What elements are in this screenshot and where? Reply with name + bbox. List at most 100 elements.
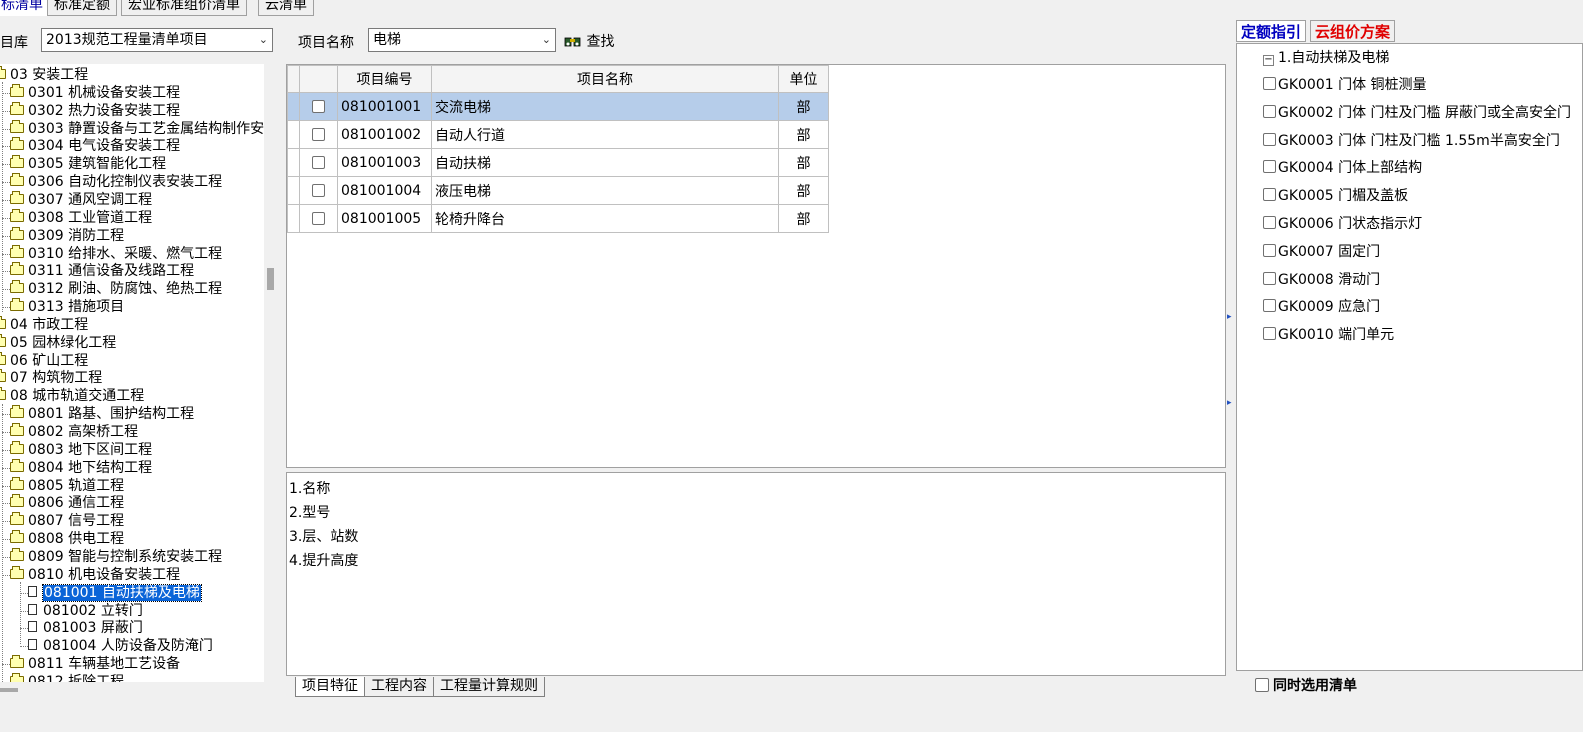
tree-node-0801[interactable]: 0801 路基、围护结构工程: [10, 405, 194, 423]
tree-node-0808[interactable]: 0808 供电工程: [10, 530, 124, 548]
tree-node-0313[interactable]: 0313 措施项目: [10, 298, 124, 316]
tab-hongye-list[interactable]: 宏业标准组价清单: [121, 0, 247, 16]
folder-icon: [0, 66, 6, 79]
tree-node-label: 0304 电气设备安装工程: [28, 138, 181, 155]
tree-node-0310[interactable]: 0310 给排水、采暖、燃气工程: [10, 244, 223, 263]
tree-node-07[interactable]: 07 构筑物工程: [0, 369, 102, 387]
library-select[interactable]: 2013规范工程量清单项目 ⌄: [41, 28, 273, 52]
tree-node-0804[interactable]: 0804 地下结构工程: [10, 458, 152, 477]
tree-node-0302[interactable]: 0302 热力设备安装工程: [10, 101, 180, 120]
tab-standard-list[interactable]: 标清单: [0, 0, 50, 16]
quota-item-checkbox[interactable]: [1263, 243, 1276, 257]
row-checkbox[interactable]: [312, 184, 325, 197]
tree-node-0805[interactable]: 0805 轨道工程: [10, 476, 124, 495]
quota-item[interactable]: GK0009 应急门: [1263, 297, 1380, 317]
tab-item-features[interactable]: 项目特征: [295, 677, 365, 697]
tree-node-05[interactable]: 05 园林绿化工程: [0, 333, 116, 352]
quota-item[interactable]: GK0002 门体 门柱及门槛 屏蔽门或全高安全门: [1263, 103, 1571, 123]
tab-quota-guide[interactable]: 定额指引: [1236, 20, 1307, 42]
tree-node-0306[interactable]: 0306 自动化控制仪表安装工程: [10, 173, 222, 191]
quota-item-checkbox[interactable]: [1263, 104, 1276, 118]
tree-node-06[interactable]: 06 矿山工程: [0, 351, 88, 370]
tree-node-label: 0310 给排水、采暖、燃气工程: [28, 245, 223, 262]
tree-hscroll-thumb[interactable]: [0, 688, 18, 692]
quota-item-checkbox[interactable]: [1263, 271, 1276, 285]
tree-node-0305[interactable]: 0305 建筑智能化工程: [10, 155, 166, 173]
find-button[interactable]: 查找: [564, 32, 614, 52]
select-list-too-checkbox[interactable]: [1255, 678, 1269, 692]
tree-node-label: 081002 立转门: [43, 602, 143, 619]
tree-connector: [2, 539, 10, 541]
tree-node-0311[interactable]: 0311 通信设备及线路工程: [10, 262, 194, 280]
find-button-label: 查找: [586, 34, 615, 50]
quota-item[interactable]: GK0003 门体 门柱及门槛 1.55m半高安全门: [1263, 131, 1560, 151]
cell-name: 自动扶梯: [431, 148, 779, 177]
quota-item-checkbox[interactable]: [1263, 160, 1276, 174]
tree-node-04[interactable]: 04 市政工程: [0, 315, 88, 334]
quota-item[interactable]: GK0010 端门单元: [1263, 325, 1394, 345]
quota-item[interactable]: GK0001 门体 铜桩测量: [1263, 75, 1427, 95]
tree-scrollbar[interactable]: [264, 64, 278, 682]
row-checkbox[interactable]: [312, 156, 325, 169]
table-row[interactable]: 081001003 自动扶梯部: [287, 148, 829, 177]
search-input[interactable]: 电梯 ⌄: [368, 28, 556, 52]
quota-group-root[interactable]: −1.自动扶梯及电梯: [1263, 48, 1389, 68]
tree-node-0304[interactable]: 0304 电气设备安装工程: [10, 137, 180, 155]
tree-node-0811[interactable]: 0811 车辆基地工艺设备: [10, 655, 180, 673]
table-row[interactable]: 081001002 自动人行道部: [287, 120, 829, 149]
tree-node-0307[interactable]: 0307 通风空调工程: [10, 190, 152, 209]
tree-node-081002[interactable]: 081002 立转门: [28, 602, 143, 620]
folder-icon: [0, 315, 6, 329]
row-checkbox[interactable]: [312, 128, 325, 141]
category-tree[interactable]: 03 安装工程 0301 机械设备安装工程 0302 热力设备安装工程 0303 静置…: [0, 64, 264, 682]
tree-node-081001[interactable]: 081001 自动扶梯及电梯: [28, 583, 202, 602]
tab-cloud-list[interactable]: 云清单: [258, 0, 314, 16]
tree-node-0810[interactable]: 0810 机电设备安装工程: [10, 565, 180, 584]
quota-item-checkbox[interactable]: [1263, 216, 1276, 229]
collapse-icon[interactable]: −: [1263, 55, 1274, 66]
quota-item-checkbox[interactable]: [1263, 299, 1276, 313]
tree-node-0806[interactable]: 0806 通信工程: [10, 494, 124, 512]
select-list-too-option[interactable]: 同时选用清单: [1255, 676, 1357, 696]
quota-item-checkbox[interactable]: [1263, 188, 1276, 202]
tree-connector: [2, 414, 10, 416]
table-row[interactable]: 081001001 交流电梯部: [287, 92, 829, 121]
tree-node-0309[interactable]: 0309 消防工程: [10, 226, 124, 245]
tree-node-0812[interactable]: 0812 拆除工程: [10, 672, 124, 682]
quota-item-checkbox[interactable]: [1263, 77, 1276, 90]
tree-scrollbar-thumb[interactable]: [267, 268, 274, 290]
folder-icon: [10, 655, 24, 669]
quota-item[interactable]: GK0006 门状态指示灯: [1263, 214, 1422, 234]
row-checkbox[interactable]: [312, 212, 325, 225]
tab-standard-quota[interactable]: 标准定额: [47, 0, 117, 16]
tree-node-0802[interactable]: 0802 高架桥工程: [10, 423, 138, 441]
table-row[interactable]: 081001005 轮椅升降台部: [287, 204, 829, 233]
tree-node-081004[interactable]: 081004 人防设备及防淹门: [28, 637, 213, 655]
quota-item[interactable]: GK0007 固定门: [1263, 242, 1380, 262]
table-row[interactable]: 081001004 液压电梯部: [287, 176, 829, 205]
tree-node-081003[interactable]: 081003 屏蔽门: [28, 619, 143, 637]
tree-node-0301[interactable]: 0301 机械设备安装工程: [10, 83, 180, 102]
tree-connector: [2, 664, 10, 666]
quota-item[interactable]: GK0005 门楣及盖板: [1263, 186, 1408, 206]
quota-item[interactable]: GK0004 门体上部结构: [1263, 158, 1422, 178]
quota-item-checkbox[interactable]: [1263, 132, 1276, 146]
tree-node-0312[interactable]: 0312 刷油、防腐蚀、绝热工程: [10, 280, 222, 298]
tab-quantity-rules[interactable]: 工程量计算规则: [433, 677, 545, 697]
quota-item[interactable]: GK0008 滑动门: [1263, 270, 1380, 290]
tree-node-03[interactable]: 03 安装工程: [0, 66, 88, 84]
tab-work-content[interactable]: 工程内容: [364, 677, 434, 697]
tree-node-08[interactable]: 08 城市轨道交通工程: [0, 387, 144, 405]
tree-node-0809[interactable]: 0809 智能与控制系统安装工程: [10, 547, 222, 566]
tree-node-0803[interactable]: 0803 地下区间工程: [10, 440, 152, 459]
quota-item-checkbox[interactable]: [1263, 327, 1276, 341]
collapse-right-arrow-icon[interactable]: ▸: [1227, 312, 1232, 322]
collapse-right-arrow-icon[interactable]: ▸: [1227, 398, 1232, 408]
tab-cloud-pricing[interactable]: 云组价方案: [1310, 20, 1396, 42]
quota-item-label: GK0010 端门单元: [1278, 327, 1395, 344]
tree-node-0303[interactable]: 0303 静置设备与工艺金属结构制作安: [10, 119, 264, 138]
row-checkbox[interactable]: [312, 100, 325, 113]
tree-node-0308[interactable]: 0308 工业管道工程: [10, 208, 152, 227]
cell-unit: 部: [778, 204, 829, 233]
tree-node-0807[interactable]: 0807 信号工程: [10, 512, 124, 530]
